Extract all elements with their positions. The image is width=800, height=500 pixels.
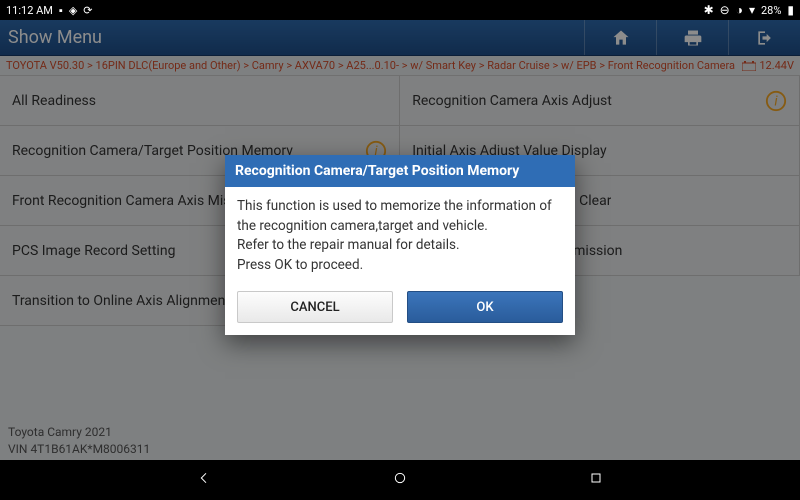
android-nav-bar <box>0 460 800 500</box>
back-icon <box>196 470 212 486</box>
nfc-icon: ◑ <box>736 3 743 17</box>
save-icon: ▪ <box>59 4 63 17</box>
dialog-text-1: This function is used to memorize the in… <box>237 197 563 236</box>
cancel-label: CANCEL <box>290 300 339 315</box>
back-button[interactable] <box>196 470 212 490</box>
android-status-bar: 11:12 AM ▪ ◈ ⟳ ✱ ⊖ ◑ ▾ 28% ▮ <box>0 0 800 20</box>
status-time: 11:12 AM <box>6 4 53 17</box>
home-nav-button[interactable] <box>392 470 408 490</box>
bluetooth-icon: ✱ <box>704 3 714 17</box>
wifi-icon: ◈ <box>69 4 77 17</box>
battery-text: 28% <box>761 4 781 17</box>
recents-button[interactable] <box>588 470 604 490</box>
dialog: Recognition Camera/Target Position Memor… <box>225 155 575 335</box>
battery-icon: ▮ <box>787 3 794 17</box>
cancel-button[interactable]: CANCEL <box>237 291 393 323</box>
dnd-icon: ⊖ <box>720 3 730 17</box>
dialog-text-2: Refer to the repair manual for details. <box>237 236 563 256</box>
signal-icon: ▾ <box>749 3 755 17</box>
ok-label: OK <box>476 300 493 315</box>
dialog-title: Recognition Camera/Target Position Memor… <box>225 155 575 187</box>
square-icon <box>588 470 604 486</box>
circle-icon <box>392 470 408 486</box>
ok-button[interactable]: OK <box>407 291 563 323</box>
sync-icon: ⟳ <box>83 4 92 17</box>
dialog-text-3: Press OK to proceed. <box>237 256 563 276</box>
dialog-body: This function is used to memorize the in… <box>225 187 575 291</box>
